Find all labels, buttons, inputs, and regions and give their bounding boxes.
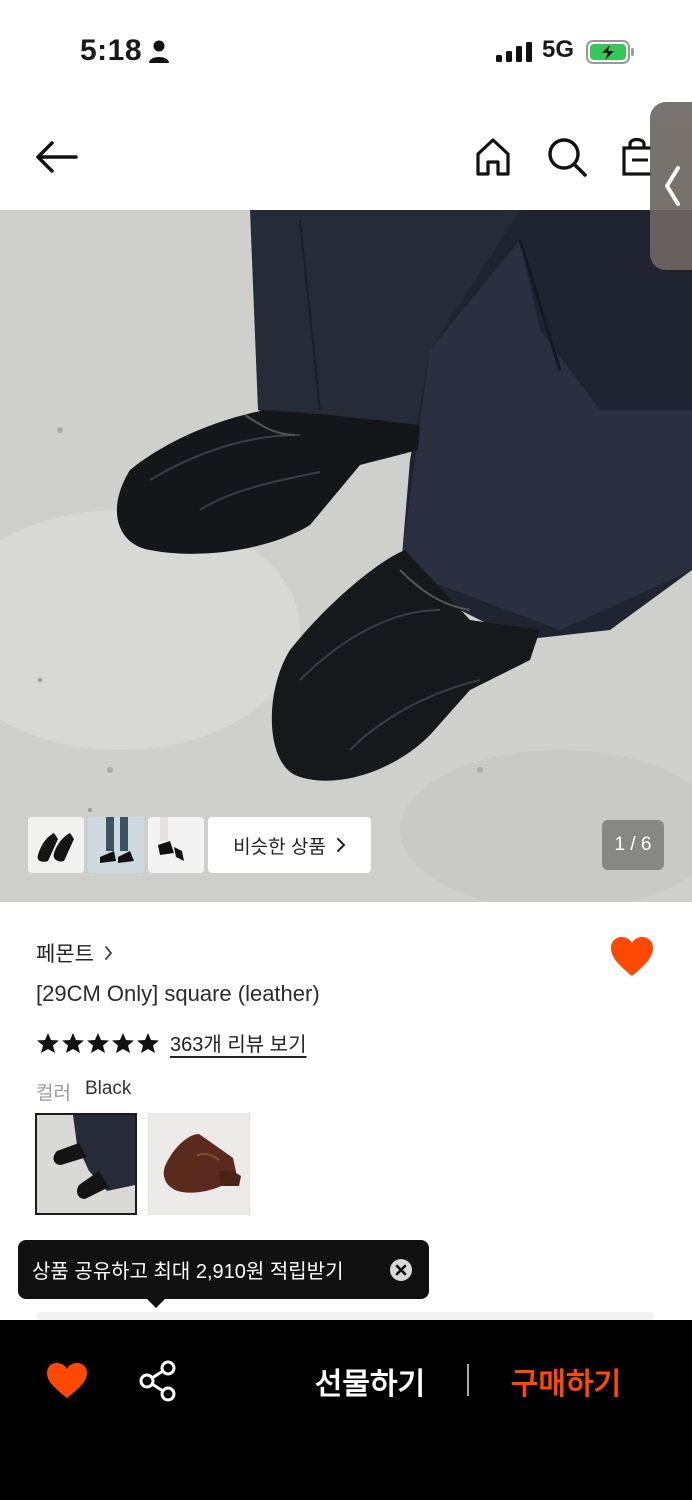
image-thumbnail[interactable] — [28, 817, 84, 873]
chevron-left-icon — [665, 166, 680, 206]
bottom-action-bar: 선물하기 구매하기 — [0, 1320, 692, 1500]
buy-button[interactable]: 구매하기 — [496, 1358, 636, 1404]
shopping-bag-icon[interactable] — [618, 134, 652, 180]
status-time: 5:18 — [80, 34, 143, 67]
product-title: [29CM Only] square (leather) — [36, 981, 320, 1006]
top-navigation — [0, 100, 692, 210]
tooltip-text: 상품 공유하고 최대 2,910원 적립받기 — [32, 1261, 344, 1283]
color-swatch-black[interactable] — [35, 1113, 137, 1215]
person-icon — [149, 40, 169, 63]
star-icon — [112, 1032, 134, 1053]
share-reward-tooltip: 상품 공유하고 최대 2,910원 적립받기 — [18, 1240, 429, 1299]
color-option-row: 컬러 Black — [36, 1078, 131, 1105]
close-icon[interactable] — [389, 1258, 413, 1282]
star-icon — [87, 1032, 109, 1053]
rating-row: 363개 리뷰 보기 — [36, 1028, 306, 1057]
chevron-right-icon — [105, 946, 113, 960]
network-label: 5G — [542, 36, 575, 63]
image-thumbnail-strip — [28, 817, 204, 873]
brand-name: 페몬트 — [36, 943, 94, 966]
color-value: Black — [84, 1078, 132, 1099]
similar-products-label: 비슷한 상품 — [233, 836, 326, 858]
star-icon — [37, 1032, 59, 1053]
chevron-right-icon — [336, 838, 346, 852]
search-icon[interactable] — [544, 134, 590, 180]
share-icon[interactable] — [138, 1360, 178, 1402]
image-thumbnail[interactable] — [88, 817, 144, 873]
back-arrow-icon — [36, 141, 78, 173]
review-link[interactable]: 363개 리뷰 보기 — [170, 1028, 306, 1057]
star-icon — [137, 1032, 159, 1053]
heart-icon[interactable] — [610, 936, 654, 978]
back-button[interactable] — [30, 134, 82, 180]
section-divider — [36, 1312, 654, 1320]
tooltip-arrow — [146, 1298, 166, 1308]
similar-products-button[interactable]: 비슷한 상품 — [208, 817, 371, 873]
brand-link[interactable]: 페몬트 — [36, 938, 113, 968]
product-image-gallery[interactable]: 비슷한 상품 1 / 6 — [0, 210, 692, 902]
bottom-bar-separator — [467, 1364, 469, 1396]
signal-icon — [496, 42, 532, 62]
star-icon — [62, 1032, 84, 1053]
color-label: 컬러 — [36, 1083, 71, 1104]
home-icon[interactable] — [470, 134, 516, 180]
star-rating — [36, 1032, 160, 1054]
product-main-image — [0, 210, 692, 902]
image-counter: 1 / 6 — [602, 820, 664, 870]
battery-icon — [586, 40, 634, 64]
color-swatch-brown[interactable] — [148, 1113, 250, 1215]
status-bar: 5:18 5G — [0, 0, 692, 100]
image-thumbnail[interactable] — [148, 817, 204, 873]
heart-icon[interactable] — [46, 1362, 88, 1400]
gift-button[interactable]: 선물하기 — [300, 1358, 440, 1404]
side-panel-tab[interactable] — [650, 102, 692, 270]
